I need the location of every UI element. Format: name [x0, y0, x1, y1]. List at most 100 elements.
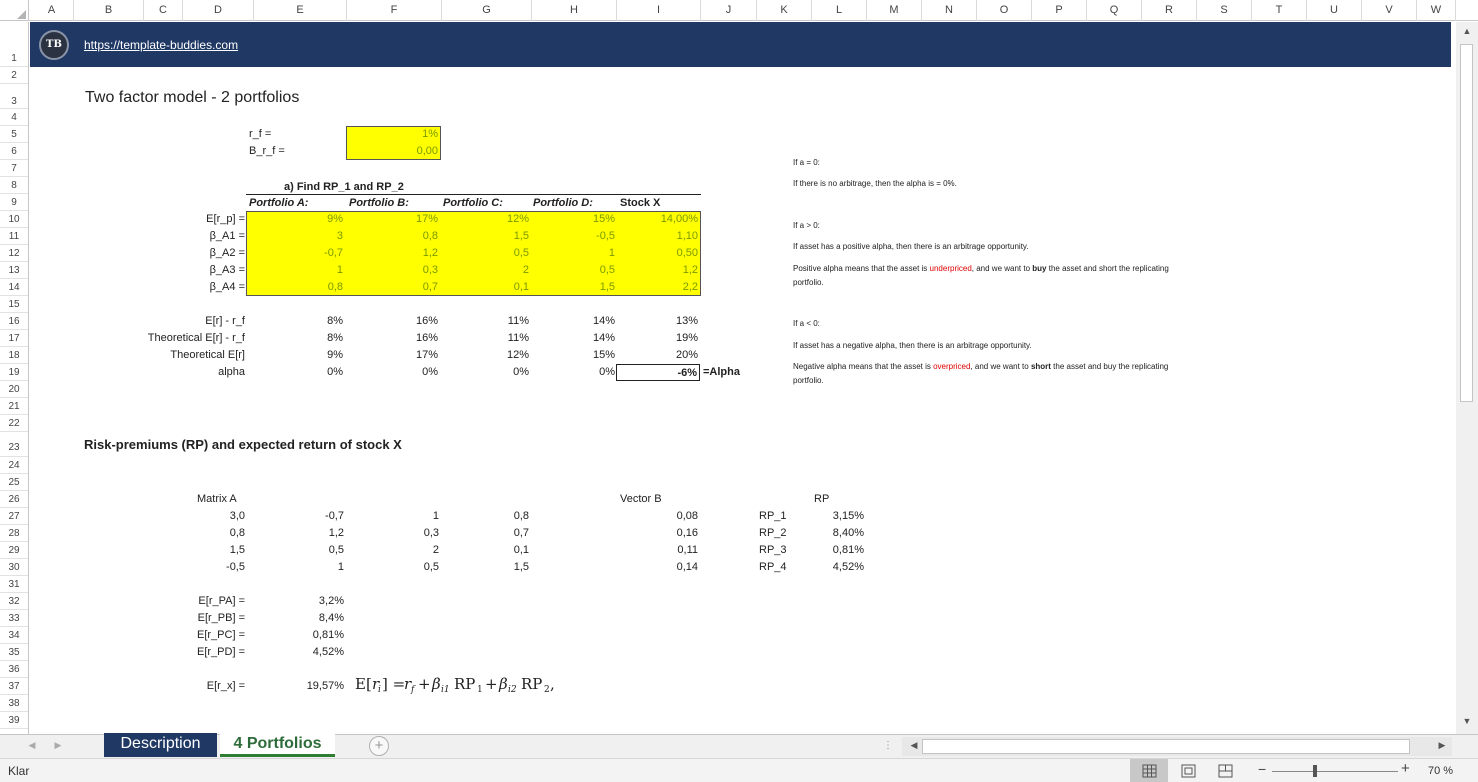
- calc-cell[interactable]: 14%: [531, 313, 615, 330]
- beta-cell[interactable]: 0,1: [441, 279, 529, 296]
- row-header-30[interactable]: 30: [0, 559, 28, 576]
- vertical-scroll-thumb[interactable]: [1460, 44, 1473, 402]
- tab-scroll-left-icon[interactable]: ◀: [24, 740, 40, 751]
- row-header-34[interactable]: 34: [0, 627, 28, 644]
- matrix-cell[interactable]: 1,5: [458, 559, 529, 576]
- col-header-u[interactable]: U: [1307, 0, 1362, 21]
- row-header-10[interactable]: 10: [0, 211, 28, 228]
- beta-cell[interactable]: 0,8: [246, 279, 343, 296]
- calc-cell[interactable]: 12%: [441, 347, 529, 364]
- sheet-grid[interactable]: TB https://template-buddies.com Two fact…: [30, 22, 1451, 734]
- row-header-9[interactable]: 9: [0, 194, 28, 211]
- col-header-e[interactable]: E: [254, 0, 347, 21]
- rf-value-cell[interactable]: 1%: [346, 126, 438, 143]
- col-header-a[interactable]: A: [30, 0, 74, 21]
- hscroll-left-icon[interactable]: ◀: [906, 740, 922, 751]
- row-header-16[interactable]: 16: [0, 313, 28, 330]
- row-header-11[interactable]: 11: [0, 228, 28, 245]
- row-header-20[interactable]: 20: [0, 381, 28, 398]
- rp-value[interactable]: 0,81%: [814, 542, 864, 559]
- col-header-g[interactable]: G: [442, 0, 532, 21]
- calc-cell[interactable]: 17%: [346, 347, 438, 364]
- expected-value[interactable]: 3,2%: [274, 593, 344, 610]
- beta-cell[interactable]: 0,3: [346, 262, 438, 279]
- row-header-28[interactable]: 28: [0, 525, 28, 542]
- row-header-4[interactable]: 4: [0, 109, 28, 126]
- select-all-corner[interactable]: [0, 0, 29, 21]
- calc-cell[interactable]: 0%: [441, 364, 529, 381]
- horizontal-scroll-thumb[interactable]: [922, 739, 1410, 754]
- beta-cell[interactable]: 15%: [531, 211, 615, 228]
- row-header-15[interactable]: 15: [0, 296, 28, 313]
- calc-cell[interactable]: 19%: [616, 330, 698, 347]
- matrix-cell[interactable]: 0,8: [458, 508, 529, 525]
- tab-scroll-right-icon[interactable]: ▶: [50, 740, 66, 751]
- beta-cell[interactable]: -0,7: [246, 245, 343, 262]
- tab-4-portfolios[interactable]: 4 Portfolios: [220, 733, 335, 757]
- calc-cell[interactable]: 16%: [346, 330, 438, 347]
- matrix-cell[interactable]: -0,7: [274, 508, 344, 525]
- col-header-k[interactable]: K: [757, 0, 812, 21]
- brf-value-cell[interactable]: 0,00: [346, 143, 438, 160]
- calc-cell[interactable]: 8%: [246, 313, 343, 330]
- page-layout-view-button[interactable]: [1170, 759, 1206, 782]
- beta-cell[interactable]: 1,10: [616, 228, 698, 245]
- col-header-l[interactable]: L: [812, 0, 867, 21]
- calc-cell[interactable]: 8%: [246, 330, 343, 347]
- vector-cell[interactable]: 0,16: [630, 525, 698, 542]
- calc-cell[interactable]: 11%: [441, 313, 529, 330]
- erx-value[interactable]: 19,57%: [274, 678, 344, 695]
- beta-cell[interactable]: 12%: [441, 211, 529, 228]
- zoom-out-button[interactable]: −: [1258, 761, 1266, 777]
- matrix-cell[interactable]: 1,5: [180, 542, 245, 559]
- vector-cell[interactable]: 0,14: [630, 559, 698, 576]
- vector-cell[interactable]: 0,11: [630, 542, 698, 559]
- row-header-14[interactable]: 14: [0, 279, 28, 296]
- row-header-26[interactable]: 26: [0, 491, 28, 508]
- beta-cell[interactable]: 1: [246, 262, 343, 279]
- col-header-f[interactable]: F: [347, 0, 442, 21]
- zoom-slider-track[interactable]: [1272, 771, 1398, 772]
- add-sheet-button[interactable]: +: [369, 736, 389, 756]
- col-header-h[interactable]: H: [532, 0, 617, 21]
- calc-cell[interactable]: 0%: [246, 364, 343, 381]
- row-header-27[interactable]: 27: [0, 508, 28, 525]
- row-header-8[interactable]: 8: [0, 177, 28, 194]
- col-header-o[interactable]: O: [977, 0, 1032, 21]
- calc-cell[interactable]: 15%: [531, 347, 615, 364]
- hscroll-right-icon[interactable]: ▶: [1434, 740, 1450, 751]
- row-header-33[interactable]: 33: [0, 610, 28, 627]
- row-header-6[interactable]: 6: [0, 143, 28, 160]
- col-header-d[interactable]: D: [183, 0, 254, 21]
- calc-cell[interactable]: 11%: [441, 330, 529, 347]
- scroll-down-arrow-icon[interactable]: ▼: [1459, 716, 1475, 726]
- tab-splitter-handle[interactable]: ⋮: [883, 740, 893, 751]
- zoom-level[interactable]: 70 %: [1428, 765, 1453, 777]
- page-break-view-button[interactable]: [1208, 759, 1244, 782]
- beta-cell[interactable]: 0,5: [441, 245, 529, 262]
- row-header-35[interactable]: 35: [0, 644, 28, 661]
- row-header-3[interactable]: 3: [0, 84, 28, 109]
- normal-view-button[interactable]: [1130, 759, 1168, 782]
- col-header-j[interactable]: J: [701, 0, 757, 21]
- row-header-39[interactable]: 39: [0, 712, 28, 729]
- col-header-w[interactable]: W: [1417, 0, 1456, 21]
- calc-cell[interactable]: 20%: [616, 347, 698, 364]
- row-header-22[interactable]: 22: [0, 415, 28, 432]
- col-header-n[interactable]: N: [922, 0, 977, 21]
- calc-cell[interactable]: 13%: [616, 313, 698, 330]
- matrix-cell[interactable]: 0,3: [368, 525, 439, 542]
- row-header-36[interactable]: 36: [0, 661, 28, 678]
- col-header-v[interactable]: V: [1362, 0, 1417, 21]
- scroll-up-arrow-icon[interactable]: ▲: [1459, 26, 1475, 36]
- matrix-cell[interactable]: 0,7: [458, 525, 529, 542]
- calc-cell[interactable]: 0%: [346, 364, 438, 381]
- row-header-32[interactable]: 32: [0, 593, 28, 610]
- vector-cell[interactable]: 0,08: [630, 508, 698, 525]
- matrix-cell[interactable]: 3,0: [180, 508, 245, 525]
- matrix-cell[interactable]: 1: [274, 559, 344, 576]
- calc-cell[interactable]: 14%: [531, 330, 615, 347]
- beta-cell[interactable]: 2,2: [616, 279, 698, 296]
- col-header-r[interactable]: R: [1142, 0, 1197, 21]
- matrix-cell[interactable]: 0,1: [458, 542, 529, 559]
